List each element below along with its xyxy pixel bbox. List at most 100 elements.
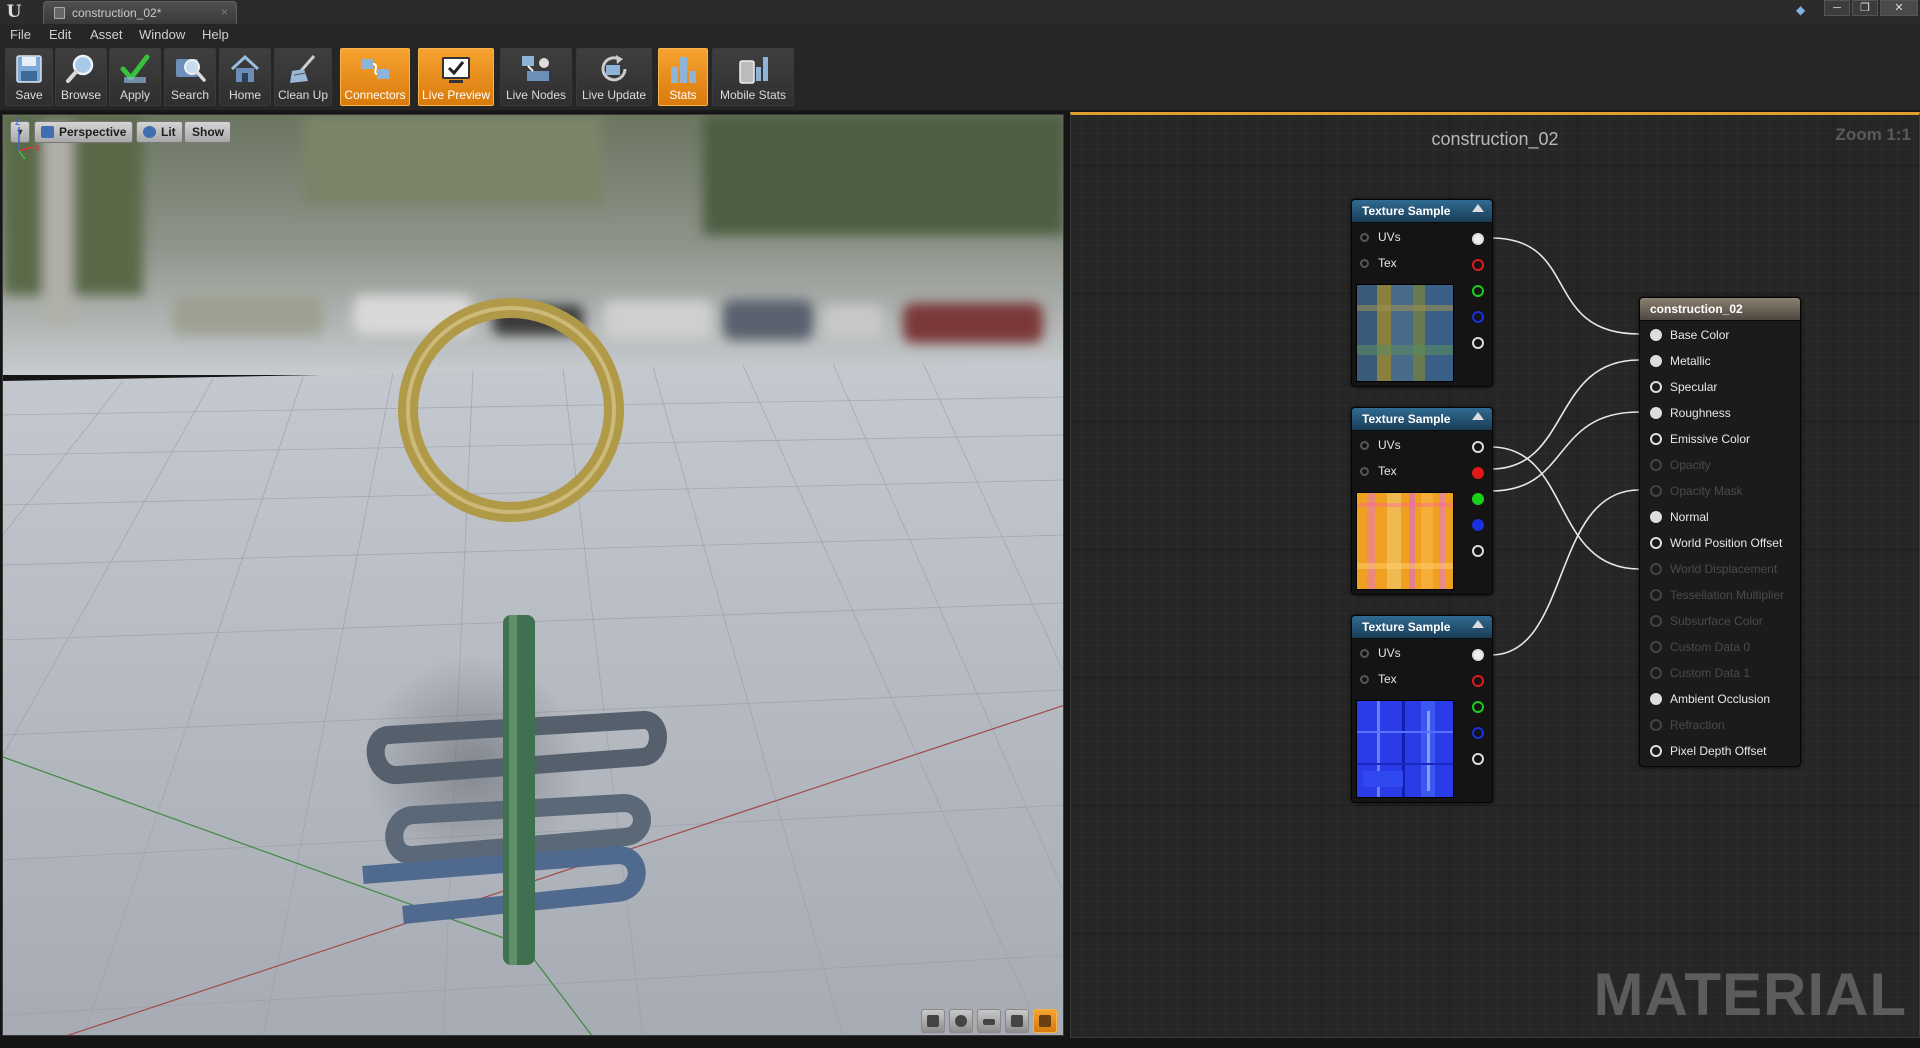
r-output-pin[interactable] <box>1472 467 1484 479</box>
collapse-arrow-icon[interactable] <box>1472 620 1484 628</box>
uvs-pin-icon[interactable] <box>1360 441 1369 450</box>
texture-sample-node-3[interactable]: Texture Sample UVs Tex <box>1351 615 1493 803</box>
menu-asset[interactable]: Asset <box>90 27 123 42</box>
b-output-pin[interactable] <box>1472 311 1484 323</box>
world-position-offset-pin[interactable]: World Position Offset <box>1640 533 1800 553</box>
menu-window[interactable]: Window <box>139 27 185 42</box>
uvs-input-pin[interactable]: UVs <box>1352 436 1492 456</box>
preview-viewport[interactable]: ▼ Perspective Lit Show z x <box>2 114 1064 1036</box>
g-output-pin[interactable] <box>1472 493 1484 505</box>
unreal-logo-icon[interactable]: U <box>4 2 24 22</box>
rgb-output-pin[interactable] <box>1472 441 1484 453</box>
close-window-button[interactable]: ✕ <box>1880 0 1918 16</box>
pin-icon[interactable] <box>1650 563 1662 575</box>
material-graph[interactable]: construction_02 Zoom 1:1 MATERIAL Textur… <box>1070 112 1920 1038</box>
preview-plane-button[interactable] <box>977 1009 1001 1033</box>
custom-data-0-pin[interactable]: Custom Data 0 <box>1640 637 1800 657</box>
uvs-pin-icon[interactable] <box>1360 649 1369 658</box>
tex-input-pin[interactable]: Tex <box>1352 462 1492 482</box>
a-output-pin[interactable] <box>1472 753 1484 765</box>
material-result-node[interactable]: construction_02 Base Color Metallic Spec… <box>1639 297 1801 767</box>
uvs-input-pin[interactable]: UVs <box>1352 228 1492 248</box>
g-output-pin[interactable] <box>1472 701 1484 713</box>
uvs-input-pin[interactable]: UVs <box>1352 644 1492 664</box>
g-output-pin[interactable] <box>1472 285 1484 297</box>
refraction-pin[interactable]: Refraction <box>1640 715 1800 735</box>
a-output-pin[interactable] <box>1472 337 1484 349</box>
apply-button[interactable]: Apply <box>109 48 161 106</box>
tab-close-icon[interactable]: × <box>221 5 228 19</box>
tex-pin-icon[interactable] <box>1360 259 1369 268</box>
normal-pin[interactable]: Normal <box>1640 507 1800 527</box>
maximize-button[interactable]: ❐ <box>1852 0 1878 16</box>
ambient-occlusion-pin[interactable]: Ambient Occlusion <box>1640 689 1800 709</box>
rgb-output-pin[interactable] <box>1472 233 1484 245</box>
uvs-pin-icon[interactable] <box>1360 233 1369 242</box>
preview-mesh-button[interactable] <box>1033 1009 1057 1033</box>
viewport-scene[interactable] <box>3 115 1064 1036</box>
pin-icon[interactable] <box>1650 537 1662 549</box>
live-update-button[interactable]: Live Update <box>576 48 652 106</box>
menu-file[interactable]: File <box>10 27 31 42</box>
world-displacement-pin[interactable]: World Displacement <box>1640 559 1800 579</box>
pin-icon[interactable] <box>1650 641 1662 653</box>
clean-up-button[interactable]: Clean Up <box>274 48 332 106</box>
pin-icon[interactable] <box>1650 407 1662 419</box>
mobile-stats-button[interactable]: Mobile Stats <box>712 48 794 106</box>
result-node-header[interactable]: construction_02 <box>1640 298 1800 321</box>
b-output-pin[interactable] <box>1472 519 1484 531</box>
texture-sample-node-1[interactable]: Texture Sample UVs Tex <box>1351 199 1493 387</box>
menu-help[interactable]: Help <box>202 27 229 42</box>
opacity-pin[interactable]: Opacity <box>1640 455 1800 475</box>
pin-icon[interactable] <box>1650 355 1662 367</box>
pin-icon[interactable] <box>1650 667 1662 679</box>
pin-icon[interactable] <box>1650 745 1662 757</box>
lit-button[interactable]: Lit <box>136 121 183 143</box>
save-button[interactable]: Save <box>5 48 53 106</box>
tex-pin-icon[interactable] <box>1360 675 1369 684</box>
preview-cylinder-button[interactable] <box>921 1009 945 1033</box>
pin-icon[interactable] <box>1650 433 1662 445</box>
texture-sample-node-2[interactable]: Texture Sample UVs Tex <box>1351 407 1493 595</box>
rgb-output-pin[interactable] <box>1472 649 1484 661</box>
menu-edit[interactable]: Edit <box>49 27 71 42</box>
pin-icon[interactable] <box>1650 615 1662 627</box>
metallic-pin[interactable]: Metallic <box>1640 351 1800 371</box>
pin-icon[interactable] <box>1650 589 1662 601</box>
pin-icon[interactable] <box>1650 381 1662 393</box>
subsurface-color-pin[interactable]: Subsurface Color <box>1640 611 1800 631</box>
collapse-arrow-icon[interactable] <box>1472 204 1484 212</box>
tex-pin-icon[interactable] <box>1360 467 1369 476</box>
node-header[interactable]: Texture Sample <box>1352 616 1492 639</box>
preview-cube-button[interactable] <box>1005 1009 1029 1033</box>
home-button[interactable]: Home <box>219 48 271 106</box>
live-preview-button[interactable]: Live Preview <box>418 48 494 106</box>
minimize-button[interactable]: ─ <box>1824 0 1850 16</box>
tessellation-multiplier-pin[interactable]: Tessellation Multiplier <box>1640 585 1800 605</box>
pin-icon[interactable] <box>1650 693 1662 705</box>
pixel-depth-offset-pin[interactable]: Pixel Depth Offset <box>1640 741 1800 761</box>
tex-input-pin[interactable]: Tex <box>1352 254 1492 274</box>
specular-pin[interactable]: Specular <box>1640 377 1800 397</box>
show-button[interactable]: Show <box>184 121 231 143</box>
pin-icon[interactable] <box>1650 329 1662 341</box>
opacity-mask-pin[interactable]: Opacity Mask <box>1640 481 1800 501</box>
document-tab[interactable]: construction_02* × <box>43 1 237 24</box>
r-output-pin[interactable] <box>1472 675 1484 687</box>
search-button[interactable]: Search <box>164 48 216 106</box>
pin-icon[interactable] <box>1650 485 1662 497</box>
custom-data-1-pin[interactable]: Custom Data 1 <box>1640 663 1800 683</box>
emissive-color-pin[interactable]: Emissive Color <box>1640 429 1800 449</box>
roughness-pin[interactable]: Roughness <box>1640 403 1800 423</box>
notification-icon[interactable]: ◆ <box>1796 4 1810 16</box>
preview-sphere-button[interactable] <box>949 1009 973 1033</box>
node-header[interactable]: Texture Sample <box>1352 200 1492 223</box>
pin-icon[interactable] <box>1650 719 1662 731</box>
live-nodes-button[interactable]: Live Nodes <box>500 48 572 106</box>
connectors-button[interactable]: Connectors <box>340 48 410 106</box>
a-output-pin[interactable] <box>1472 545 1484 557</box>
pin-icon[interactable] <box>1650 459 1662 471</box>
b-output-pin[interactable] <box>1472 727 1484 739</box>
stats-button[interactable]: Stats <box>658 48 708 106</box>
browse-button[interactable]: Browse <box>55 48 107 106</box>
